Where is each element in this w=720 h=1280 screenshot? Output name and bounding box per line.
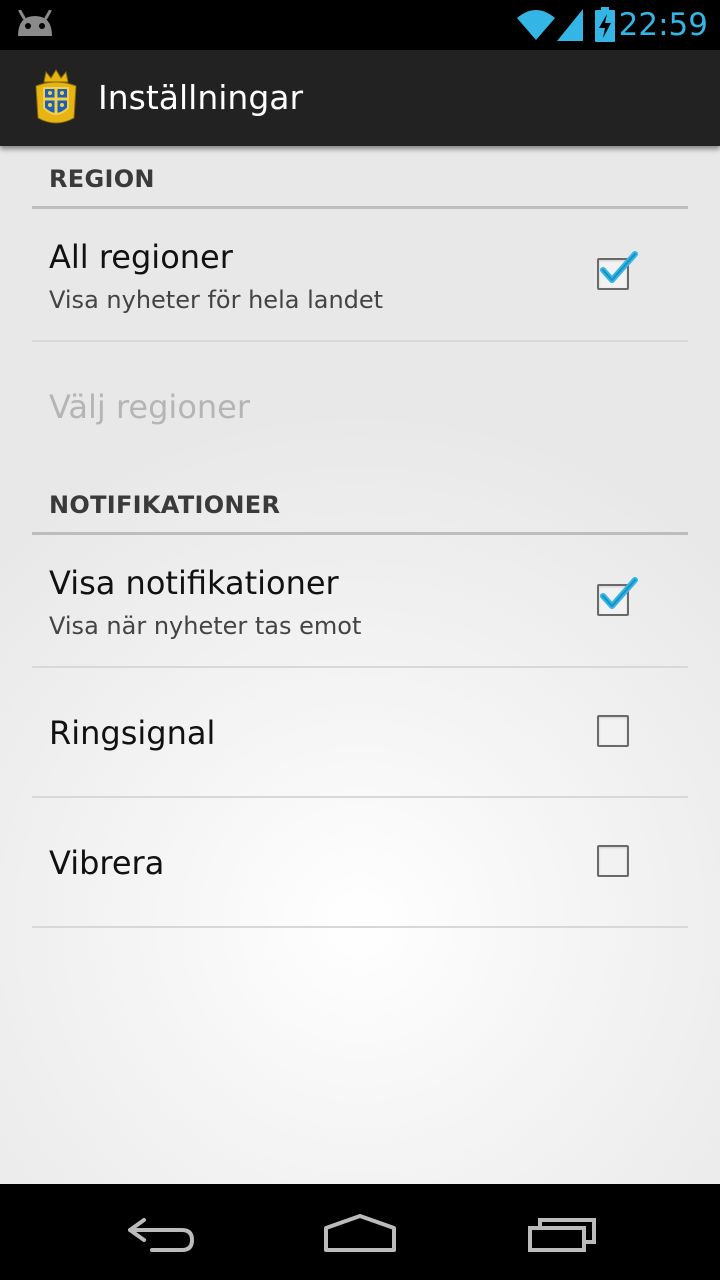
settings-list: REGION All regioner Visa nyheter för hel… xyxy=(0,146,720,1184)
status-bar: 22:59 xyxy=(0,0,720,50)
battery-charging-icon xyxy=(595,7,615,42)
pref-ringtone[interactable]: Ringsignal xyxy=(32,668,688,798)
android-icon xyxy=(18,10,52,36)
ringtone-checkbox[interactable] xyxy=(597,715,629,747)
pref-choose-regions: Välj regioner xyxy=(32,342,688,472)
pref-all-regions[interactable]: All regioner Visa nyheter för hela lande… xyxy=(32,209,688,342)
pref-title: Vibrera xyxy=(49,844,165,882)
checkmark-icon xyxy=(600,251,638,283)
vibrate-checkbox[interactable] xyxy=(597,845,629,877)
signal-icon xyxy=(557,9,583,41)
navigation-bar xyxy=(0,1184,720,1280)
pref-show-notifications[interactable]: Visa notifikationer Visa när nyheter tas… xyxy=(32,535,688,668)
clock: 22:59 xyxy=(618,7,708,43)
recent-apps-icon[interactable] xyxy=(526,1214,598,1254)
pref-summary: Visa nyheter för hela landet xyxy=(49,286,384,314)
show-notifications-checkbox[interactable] xyxy=(597,577,638,616)
coat-of-arms-icon[interactable] xyxy=(32,68,80,128)
category-header-notifications: NOTIFIKATIONER xyxy=(32,472,688,535)
page-title: Inställningar xyxy=(98,78,304,117)
pref-title: Visa notifikationer xyxy=(49,564,339,602)
all-regions-checkbox[interactable] xyxy=(597,251,638,290)
pref-vibrate[interactable]: Vibrera xyxy=(32,798,688,928)
pref-title: Välj regioner xyxy=(49,388,251,426)
category-header-label: REGION xyxy=(49,165,155,193)
pref-title: Ringsignal xyxy=(49,714,216,752)
category-header-label: NOTIFIKATIONER xyxy=(49,491,281,519)
category-header-region: REGION xyxy=(32,146,688,209)
wifi-icon xyxy=(517,10,555,40)
pref-title: All regioner xyxy=(49,238,233,276)
pref-summary: Visa när nyheter tas emot xyxy=(49,612,362,640)
home-icon[interactable] xyxy=(322,1214,398,1254)
checkmark-icon xyxy=(600,577,638,609)
back-icon[interactable] xyxy=(124,1214,196,1254)
action-bar: Inställningar xyxy=(0,50,720,146)
